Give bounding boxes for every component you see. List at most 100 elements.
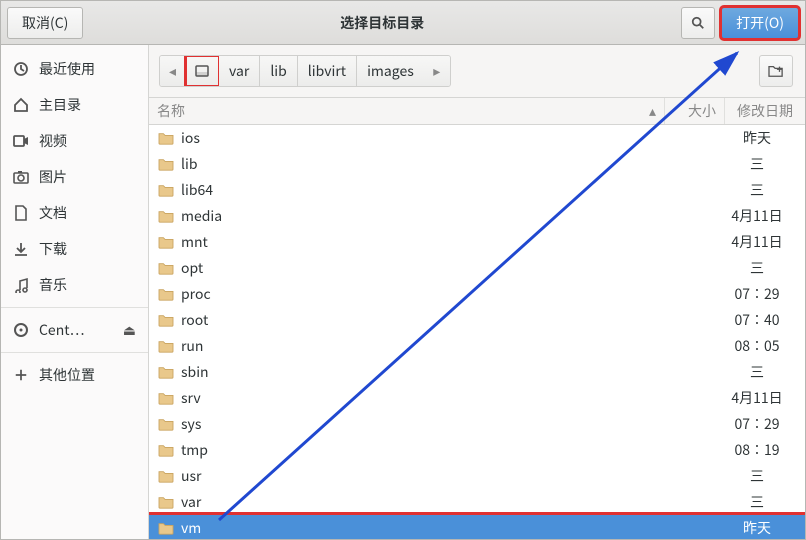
file-row[interactable]: sbin三: [149, 359, 805, 385]
sidebar-item-label: 音乐: [39, 275, 67, 295]
file-list[interactable]: ios昨天lib三lib64三media4月11日mnt4月11日opt三pro…: [149, 125, 805, 539]
folder-icon: [157, 520, 175, 536]
sidebar-item-label: 图片: [39, 167, 67, 187]
disc-icon: [13, 322, 29, 338]
open-button[interactable]: 打开(O): [721, 7, 799, 39]
path-root-button[interactable]: [186, 56, 219, 86]
folder-icon: [157, 286, 175, 302]
column-size[interactable]: 大小: [665, 98, 725, 124]
file-name: run: [181, 336, 657, 356]
path-segment-libvirt[interactable]: libvirt: [298, 56, 357, 86]
folder-icon: [157, 208, 175, 224]
folder-icon: [157, 260, 175, 276]
file-date: 07∶29: [717, 284, 797, 304]
sidebar-item-1[interactable]: 主目录: [1, 87, 148, 123]
file-name: lib: [181, 154, 657, 174]
download-icon: [13, 241, 29, 257]
path-forward-button[interactable]: ▸: [424, 56, 450, 86]
home-icon: [13, 97, 29, 113]
file-name: srv: [181, 388, 657, 408]
plus-icon: [13, 367, 29, 383]
file-name: ios: [181, 128, 657, 148]
clock-icon: [13, 61, 29, 77]
file-name: root: [181, 310, 657, 330]
sidebar-item-4[interactable]: 文档: [1, 195, 148, 231]
file-row[interactable]: ios 昨天: [149, 125, 805, 151]
title-bar: 取消(C) 选择目标目录 打开(O): [1, 1, 805, 45]
file-date: 4月11日: [717, 206, 797, 226]
camera-icon: [13, 169, 29, 185]
folder-icon: [157, 130, 175, 146]
file-name: vm: [181, 518, 657, 538]
file-row[interactable]: tmp 08∶19: [149, 437, 805, 463]
file-row[interactable]: lib三: [149, 151, 805, 177]
file-date: 07∶40: [717, 310, 797, 330]
file-row[interactable]: usr三: [149, 463, 805, 489]
folder-icon: [157, 468, 175, 484]
sidebar-separator: [1, 307, 148, 308]
search-button[interactable]: [681, 7, 715, 39]
file-row[interactable]: opt三: [149, 255, 805, 281]
folder-icon: [157, 234, 175, 250]
sidebar-item-label: 视频: [39, 131, 67, 151]
sidebar-item-6[interactable]: 音乐: [1, 267, 148, 303]
sidebar-separator: [1, 352, 148, 353]
folder-icon: [157, 416, 175, 432]
new-folder-button[interactable]: [759, 55, 793, 87]
file-row[interactable]: srv4月11日: [149, 385, 805, 411]
file-date: 昨天: [717, 518, 797, 538]
sidebar-item-label: 其他位置: [39, 365, 95, 385]
folder-icon: [157, 156, 175, 172]
column-date[interactable]: 修改日期: [725, 98, 805, 124]
sidebar-item-label: 下载: [39, 239, 67, 259]
path-back-button[interactable]: ◂: [160, 56, 186, 86]
sidebar-item-label: 主目录: [39, 95, 81, 115]
sidebar-item-0[interactable]: 最近使用: [1, 51, 148, 87]
sidebar-item-2[interactable]: 视频: [1, 123, 148, 159]
video-icon: [13, 133, 29, 149]
file-row[interactable]: var三: [149, 489, 805, 515]
file-name: proc: [181, 284, 657, 304]
sidebar-other-locations[interactable]: 其他位置: [1, 357, 148, 393]
file-row[interactable]: media4月11日: [149, 203, 805, 229]
folder-icon: [157, 494, 175, 510]
music-icon: [13, 277, 29, 293]
chevron-right-icon: ▸: [433, 61, 440, 81]
sidebar-item-label: 最近使用: [39, 59, 95, 79]
main-pane: ◂ varliblibvirtimages ▸: [149, 45, 805, 539]
path-segment-images[interactable]: images: [357, 56, 424, 86]
path-segment-lib[interactable]: lib: [260, 56, 297, 86]
sidebar-item-label: 文档: [39, 203, 67, 223]
file-row[interactable]: root 07∶40: [149, 307, 805, 333]
sidebar-item-label: Cent…: [39, 320, 84, 340]
path-segment-var[interactable]: var: [219, 56, 260, 86]
document-icon: [13, 205, 29, 221]
file-row[interactable]: sys07∶29: [149, 411, 805, 437]
file-row[interactable]: lib64三: [149, 177, 805, 203]
column-header: 名称 ▴ 大小 修改日期: [149, 97, 805, 125]
file-date: 07∶29: [717, 414, 797, 434]
file-name: usr: [181, 466, 657, 486]
path-bar: ◂ varliblibvirtimages ▸: [159, 55, 451, 87]
sidebar-item-3[interactable]: 图片: [1, 159, 148, 195]
column-name[interactable]: 名称 ▴: [149, 98, 665, 124]
file-row[interactable]: mnt4月11日: [149, 229, 805, 255]
chevron-left-icon: ◂: [169, 61, 176, 81]
sidebar-device-cent[interactable]: Cent… ⏏: [1, 312, 148, 348]
file-name: tmp: [181, 440, 657, 460]
sidebar-item-5[interactable]: 下载: [1, 231, 148, 267]
folder-icon: [157, 182, 175, 198]
file-date: 4月11日: [717, 232, 797, 252]
file-row[interactable]: vm 昨天: [149, 515, 805, 539]
file-date: 昨天: [717, 128, 797, 148]
file-row[interactable]: proc 07∶29: [149, 281, 805, 307]
eject-icon[interactable]: ⏏: [123, 320, 136, 340]
file-date: 08∶05: [717, 336, 797, 356]
folder-icon: [157, 312, 175, 328]
search-icon: [691, 16, 705, 30]
file-name: lib64: [181, 180, 657, 200]
cancel-button[interactable]: 取消(C): [7, 7, 83, 39]
folder-icon: [157, 442, 175, 458]
file-row[interactable]: run 08∶05: [149, 333, 805, 359]
file-date: 08∶19: [717, 440, 797, 460]
